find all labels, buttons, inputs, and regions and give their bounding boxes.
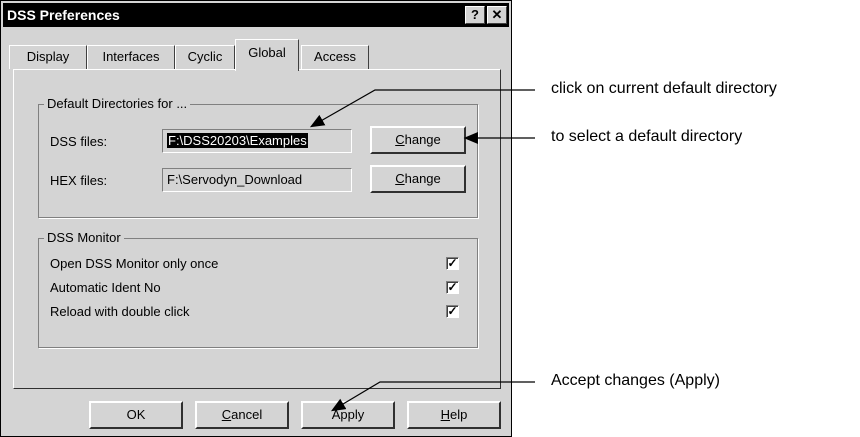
ok-button[interactable]: OK	[89, 401, 183, 429]
option-reload-checkbox[interactable]: ✓	[446, 305, 459, 318]
option-reload-label: Reload with double click	[50, 304, 190, 319]
annotation-apply: Accept changes (Apply)	[551, 372, 720, 389]
tab-display[interactable]: Display	[9, 45, 87, 69]
tab-panel-global: Default Directories for ... DSS files: F…	[13, 69, 501, 389]
default-directories-group	[38, 104, 478, 218]
tab-access[interactable]: Access	[301, 45, 369, 69]
annotation-dir-select: to select a default directory	[551, 128, 743, 145]
group-label-directories: Default Directories for ...	[44, 96, 191, 111]
option-open-once-label: Open DSS Monitor only once	[50, 256, 219, 271]
title-bar: DSS Preferences ? ✕	[3, 3, 509, 27]
help-button[interactable]: Help	[407, 401, 501, 429]
option-open-once-checkbox[interactable]: ✓	[446, 257, 459, 270]
option-auto-ident-label: Automatic Ident No	[50, 280, 161, 295]
tab-interfaces[interactable]: Interfaces	[87, 45, 175, 69]
dss-files-label: DSS files:	[50, 134, 108, 149]
group-label-monitor: DSS Monitor	[44, 230, 124, 245]
annotation-dir-click: click on current default directory	[551, 80, 777, 97]
hex-files-value: F:\Servodyn_Download	[167, 172, 303, 187]
hex-files-label: HEX files:	[50, 173, 108, 188]
help-icon[interactable]: ?	[465, 6, 485, 24]
close-icon[interactable]: ✕	[487, 6, 507, 24]
option-auto-ident-checkbox[interactable]: ✓	[446, 281, 459, 294]
apply-button[interactable]: Apply	[301, 401, 395, 429]
hex-change-button[interactable]: Change	[370, 165, 466, 193]
tab-cyclic[interactable]: Cyclic	[175, 45, 235, 69]
dss-files-field[interactable]: F:\DSS20203\Examples	[162, 129, 352, 153]
dss-preferences-dialog: DSS Preferences ? ✕ Display Interfaces C…	[0, 0, 512, 437]
window-title: DSS Preferences	[7, 7, 120, 23]
dss-files-value: F:\DSS20203\Examples	[167, 133, 308, 148]
tab-global[interactable]: Global	[235, 39, 299, 71]
hex-files-field[interactable]: F:\Servodyn_Download	[162, 168, 352, 192]
dss-change-button[interactable]: Change	[370, 126, 466, 154]
cancel-button[interactable]: Cancel	[195, 401, 289, 429]
